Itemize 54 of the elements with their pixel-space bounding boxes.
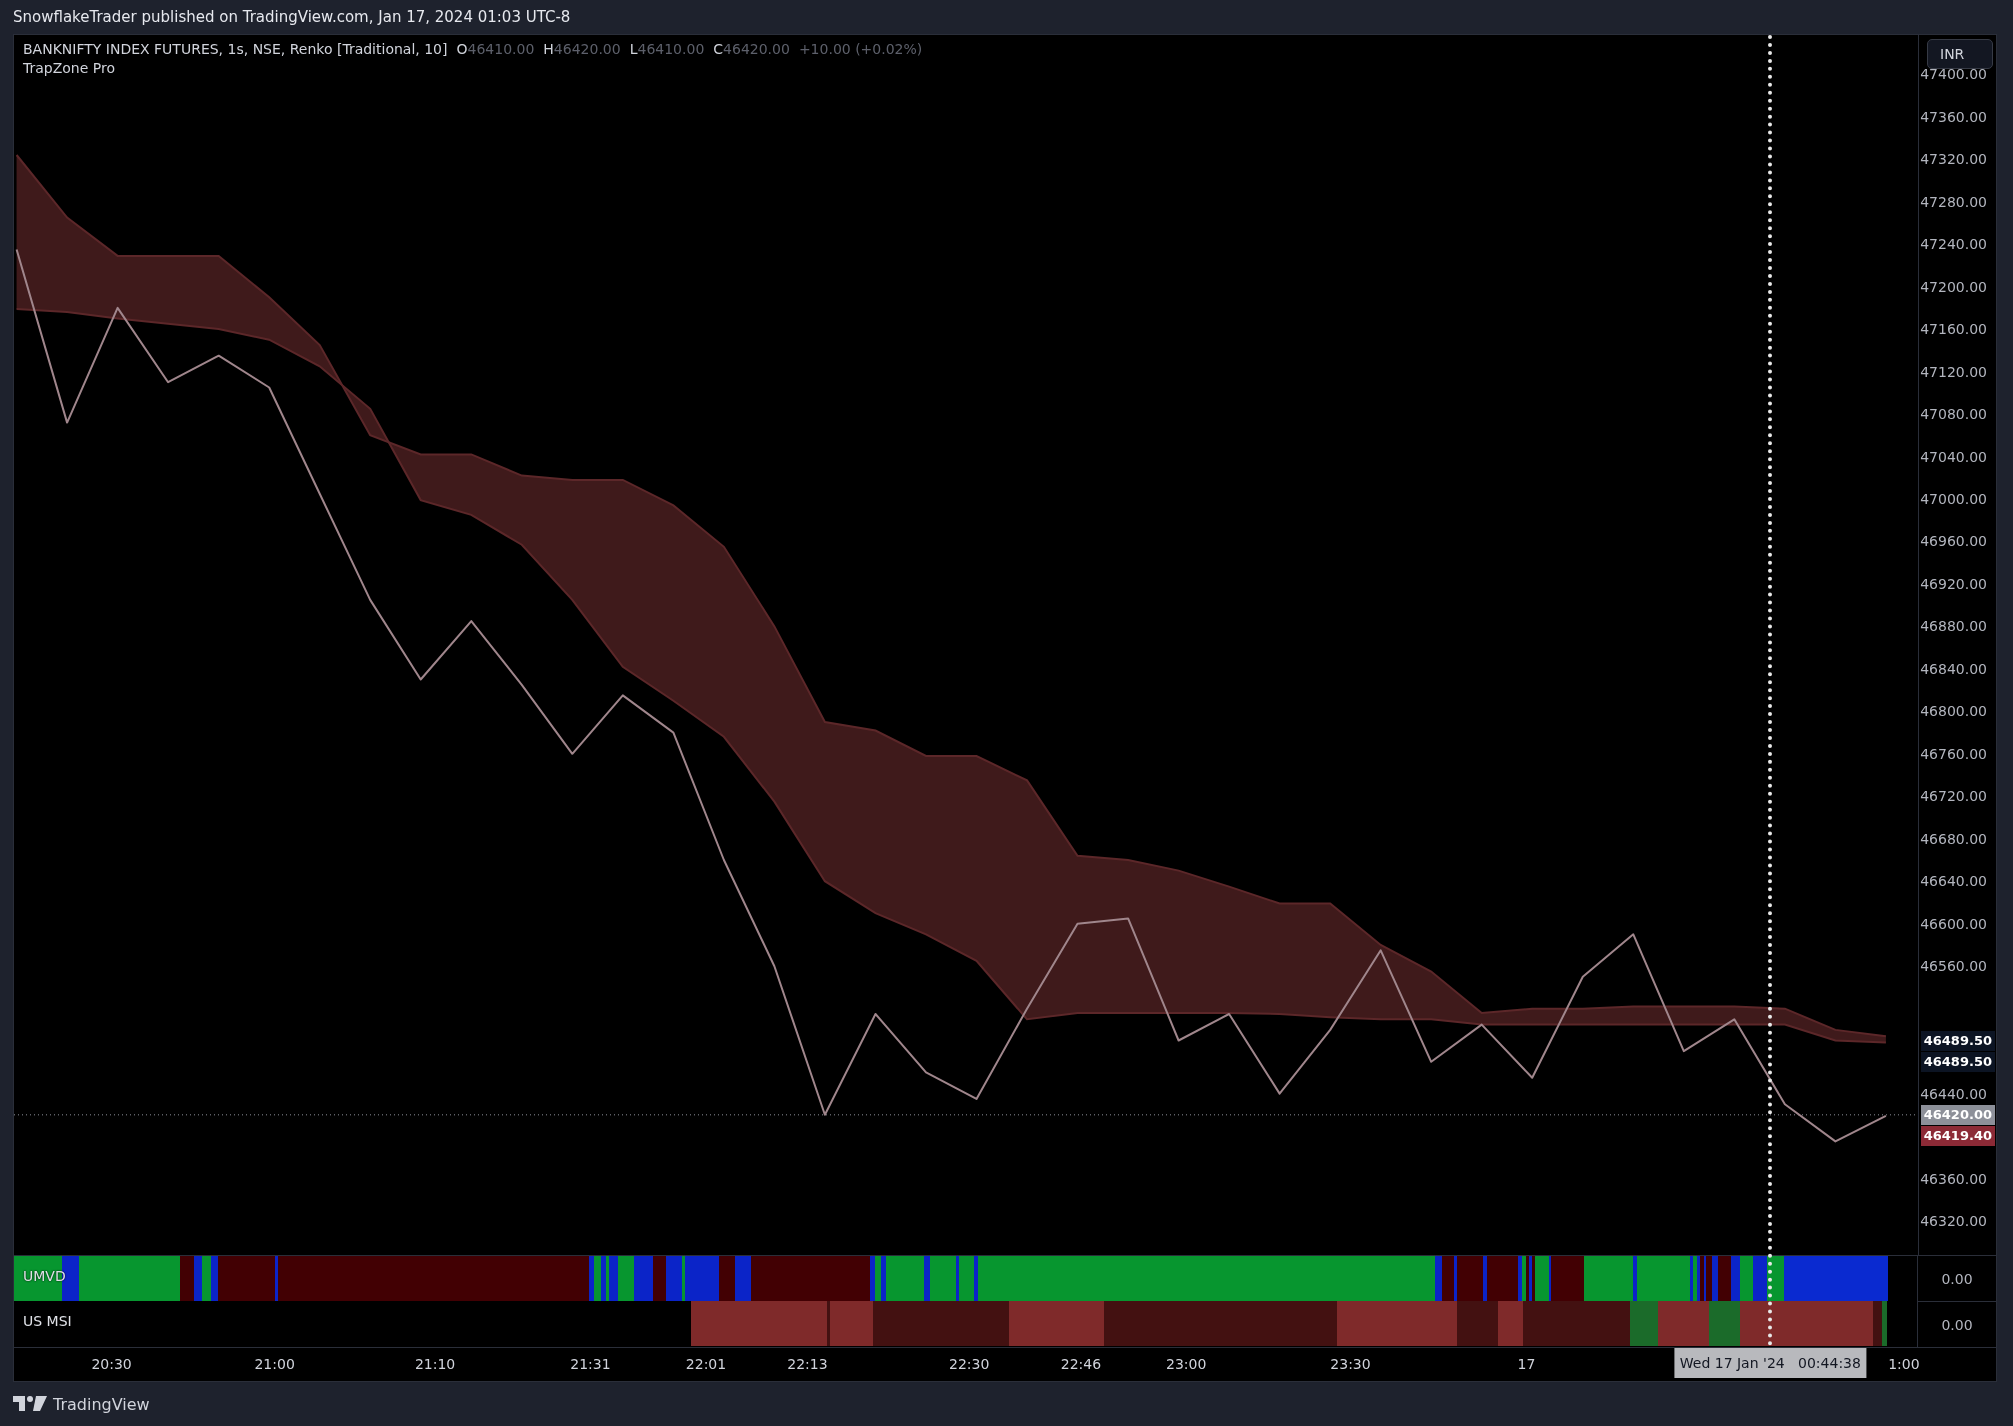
price-tick: 47240.00 — [1920, 235, 1987, 254]
price-tick: 47200.00 — [1920, 277, 1987, 296]
pane-value: 0.00 — [1941, 1270, 1973, 1287]
price-label: 46420.00 — [1920, 1104, 1995, 1125]
price-tick: 46600.00 — [1920, 914, 1987, 933]
time-tick: 22:13 — [787, 1356, 828, 1372]
time-tick: 21:10 — [414, 1356, 456, 1372]
time-tick: 22:46 — [1060, 1356, 1102, 1372]
indicator-title: TrapZone Pro — [23, 60, 116, 76]
ohlc-value: H46420.00 — [543, 41, 621, 57]
ohlc-value: C46420.00 — [713, 41, 790, 57]
price-tick: 46880.00 — [1920, 617, 1987, 636]
price-tick: 46800.00 — [1920, 702, 1987, 721]
time-tick: 21:00 — [254, 1356, 295, 1372]
pane-value: 0.00 — [1941, 1316, 1973, 1333]
price-tick: 47000.00 — [1920, 490, 1987, 508]
brand-name: TradingView — [53, 1394, 150, 1414]
price-tick: 47160.00 — [1920, 320, 1987, 339]
currency-button[interactable]: INR — [1927, 39, 1993, 69]
pane-title: US MSI — [23, 1313, 72, 1329]
time-tick: 20:30 — [91, 1356, 132, 1372]
price-change: +10.00 (+0.02%) — [798, 41, 923, 57]
price-tick: 46360.00 — [1920, 1169, 1987, 1188]
price-tick: 47080.00 — [1920, 405, 1987, 424]
price-tick: 47360.00 — [1920, 107, 1987, 126]
price-tick: 46640.00 — [1920, 872, 1987, 891]
symbol-title: BANKNIFTY INDEX FUTURES, 1s, NSE, Renko [Traditional, 10] — [23, 41, 448, 57]
price-label: 46419.40 — [1920, 1125, 1995, 1146]
price-tick: 47120.00 — [1920, 362, 1987, 381]
time-tick: 17 — [1517, 1356, 1536, 1372]
price-tick: 46840.00 — [1920, 659, 1987, 678]
price-tick: 46960.00 — [1920, 532, 1987, 551]
price-tick: 47040.00 — [1920, 447, 1987, 466]
time-tick: 23:00 — [1166, 1356, 1207, 1372]
time-tick: 22:01 — [685, 1356, 727, 1372]
price-tick: 47320.00 — [1920, 150, 1987, 169]
crosshair-time-label: Wed 17 Jan '24 00:44:38 — [1674, 1348, 1866, 1378]
price-tick: 47280.00 — [1920, 192, 1987, 211]
publish-info: SnowflakeTrader published on TradingView.com, Jan 17, 2024 01:03 UTC-8 — [12, 7, 571, 28]
price-label: 46489.50 — [1920, 1052, 1995, 1073]
price-tick: 46920.00 — [1920, 574, 1987, 593]
price-tick: 46760.00 — [1920, 744, 1987, 763]
time-tick: 21:31 — [570, 1356, 611, 1372]
price-tick: 46560.00 — [1920, 957, 1987, 976]
price-tick: 46680.00 — [1920, 829, 1987, 848]
price-tick: 46720.00 — [1920, 787, 1987, 806]
time-tick: 1:00 — [1888, 1356, 1920, 1372]
price-tick: 46320.00 — [1920, 1212, 1987, 1230]
ohlc-value: L46410.00 — [629, 41, 705, 57]
price-tick: 46440.00 — [1920, 1084, 1987, 1103]
time-tick: 23:30 — [1330, 1356, 1371, 1372]
price-label: 46489.50 — [1920, 1031, 1995, 1052]
ohlc-value: O46410.00 — [456, 41, 535, 57]
time-tick: 22:30 — [949, 1356, 990, 1372]
